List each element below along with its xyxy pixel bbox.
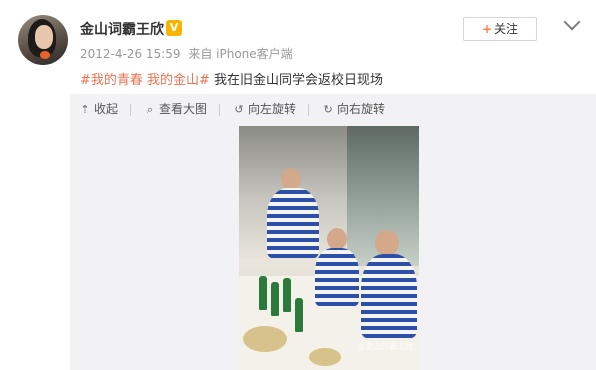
photo-bottle (283, 278, 291, 312)
view-large-label: 查看大图 (159, 102, 208, 116)
photo-person-shirt (315, 248, 359, 306)
avatar-flower (40, 51, 50, 59)
collapse-label: 收起 (94, 102, 119, 116)
photo-bottle (271, 282, 279, 316)
photo-watermark: @金山词霸王欣 (357, 342, 413, 351)
rotate-right-icon: ↻ (323, 103, 333, 116)
follow-button[interactable]: + 关注 (463, 17, 537, 41)
plus-icon: + (481, 22, 493, 36)
photo-person-head (327, 228, 347, 250)
post-text: #我的青春 我的金山# 我在旧金山同学会返校日现场 (80, 69, 383, 88)
post-source[interactable]: 来自 iPhone客户端 (188, 47, 292, 61)
rotate-left-button[interactable]: ↺ 向左旋转 (232, 100, 296, 118)
collapse-icon: ⇡ (80, 103, 90, 116)
rotate-left-icon: ↺ (234, 103, 244, 116)
rotate-right-label: 向右旋转 (337, 102, 386, 116)
view-large-button[interactable]: ⌕ 查看大图 (143, 100, 207, 118)
avatar[interactable] (18, 15, 68, 65)
post-meta: 2012-4-26 15:59 来自 iPhone客户端 (80, 45, 297, 62)
photo-person-shirt (267, 188, 319, 258)
post-photo[interactable]: @金山词霸王欣 (239, 126, 419, 370)
post-date[interactable]: 2012-4-26 15:59 (80, 47, 181, 61)
toolbar-divider (308, 103, 310, 116)
photo-bottle (259, 276, 267, 310)
photo-person-head (281, 168, 301, 190)
verified-icon: V (166, 20, 182, 36)
photo-person-shirt (361, 254, 417, 338)
photo-person-head (375, 230, 399, 256)
avatar-face (35, 25, 53, 49)
search-icon: ⌕ (146, 103, 154, 116)
photo-plate (309, 348, 341, 366)
media-area: ⇡ 收起 ⌕ 查看大图 ↺ 向左旋转 ↻ 向右旋转 @金山词霸王欣 (70, 94, 596, 370)
rotate-right-button[interactable]: ↻ 向右旋转 (321, 100, 385, 118)
hashtag-link[interactable]: #我的青春 我的金山# (80, 73, 210, 88)
username[interactable]: 金山词霸王欣 (80, 19, 164, 39)
chevron-down-icon[interactable] (563, 13, 581, 31)
media-toolbar: ⇡ 收起 ⌕ 查看大图 ↺ 向左旋转 ↻ 向右旋转 (78, 100, 397, 118)
photo-bottle (295, 298, 303, 332)
collapse-button[interactable]: ⇡ 收起 (78, 100, 118, 118)
photo-plate (243, 326, 287, 352)
post-body: 我在旧金山同学会返校日现场 (209, 73, 384, 88)
toolbar-divider (130, 103, 132, 116)
follow-label: 关注 (494, 22, 519, 36)
rotate-left-label: 向左旋转 (248, 102, 297, 116)
toolbar-divider (219, 103, 221, 116)
